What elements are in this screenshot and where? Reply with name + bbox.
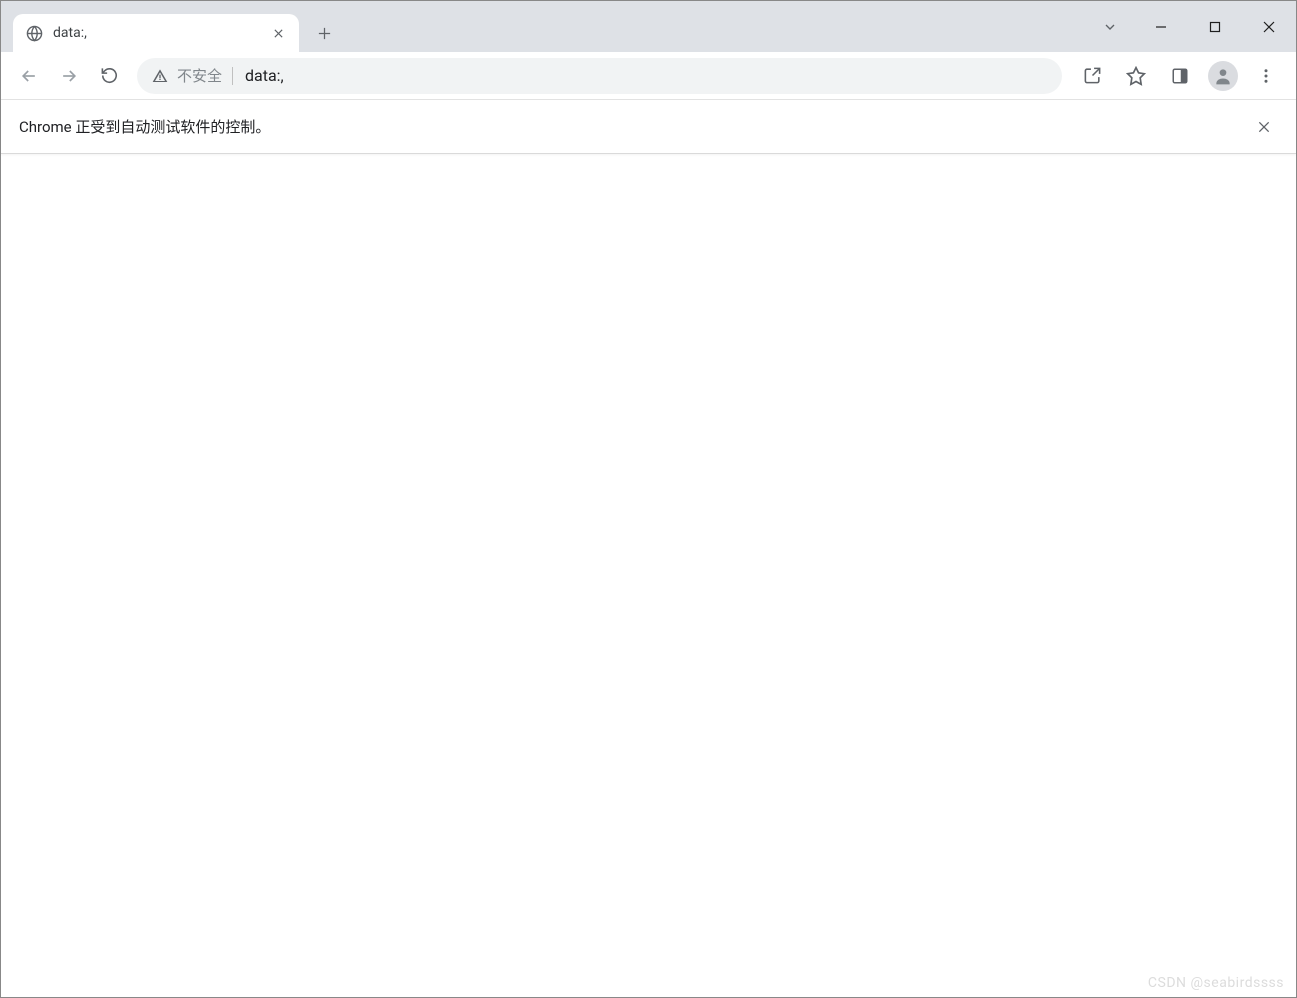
- tab-title: data:,: [53, 25, 259, 41]
- window-minimize-button[interactable]: [1134, 7, 1188, 47]
- address-bar[interactable]: 不安全 data:,: [137, 58, 1062, 94]
- security-label: 不安全: [177, 65, 222, 86]
- tab-strip: data:,: [1, 1, 1296, 52]
- globe-icon: [25, 24, 43, 42]
- omnibox-divider: [232, 67, 233, 85]
- new-tab-button[interactable]: [307, 16, 341, 50]
- toolbar: 不安全 data:,: [1, 52, 1296, 100]
- tab-search-button[interactable]: [1086, 7, 1134, 47]
- side-panel-button[interactable]: [1160, 58, 1200, 94]
- automation-infobar: Chrome 正受到自动测试软件的控制。: [1, 100, 1296, 154]
- profile-avatar[interactable]: [1208, 61, 1238, 91]
- bookmark-button[interactable]: [1116, 58, 1156, 94]
- window-close-button[interactable]: [1242, 7, 1296, 47]
- url-text: data:,: [245, 66, 1048, 85]
- window-maximize-button[interactable]: [1188, 7, 1242, 47]
- reload-button[interactable]: [91, 58, 127, 94]
- not-secure-icon: [151, 67, 169, 85]
- back-button[interactable]: [11, 58, 47, 94]
- infobar-close-button[interactable]: [1250, 113, 1278, 141]
- share-button[interactable]: [1072, 58, 1112, 94]
- window-controls: [1086, 1, 1296, 52]
- tab-close-button[interactable]: [269, 24, 287, 42]
- watermark-text: CSDN @seabirdssss: [1148, 975, 1284, 991]
- infobar-message: Chrome 正受到自动测试软件的控制。: [19, 116, 1250, 137]
- forward-button[interactable]: [51, 58, 87, 94]
- browser-tab[interactable]: data:,: [13, 14, 299, 52]
- menu-button[interactable]: [1246, 58, 1286, 94]
